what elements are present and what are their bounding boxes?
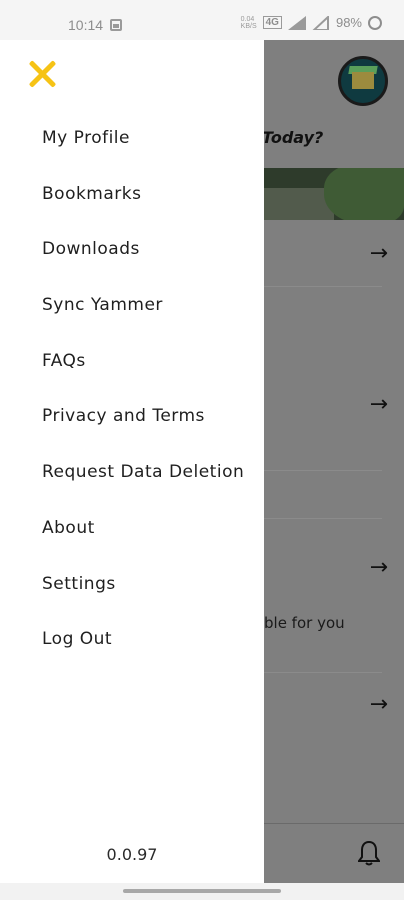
banner-image	[264, 168, 404, 220]
bell-icon[interactable]	[358, 840, 380, 866]
menu-item-bookmarks[interactable]: Bookmarks	[42, 181, 244, 237]
app-heading: Today?	[264, 128, 324, 147]
menu-item-sync-yammer[interactable]: Sync Yammer	[42, 292, 244, 348]
app-version: 0.0.97	[106, 845, 158, 864]
divider	[264, 286, 382, 287]
image-icon	[110, 19, 122, 31]
avatar[interactable]	[338, 56, 388, 106]
menu-item-request-data-deletion[interactable]: Request Data Deletion	[42, 459, 244, 515]
navigation-drawer: My Profile Bookmarks Downloads Sync Yamm…	[0, 40, 264, 883]
divider	[264, 470, 382, 471]
arrow-right-icon[interactable]: →	[370, 392, 388, 417]
menu-item-about[interactable]: About	[42, 515, 244, 571]
net-speed: 0.04 KB/S	[240, 15, 257, 30]
divider	[264, 672, 382, 673]
box-shape	[352, 72, 374, 89]
menu-item-my-profile[interactable]: My Profile	[42, 125, 244, 181]
menu-item-log-out[interactable]: Log Out	[42, 626, 244, 682]
arrow-right-icon[interactable]: →	[370, 241, 388, 266]
close-icon[interactable]	[26, 58, 58, 90]
battery-percent: 98%	[335, 15, 362, 30]
arrow-right-icon[interactable]: →	[370, 692, 388, 717]
network-type-badge: 4G	[262, 16, 282, 29]
status-right-group: 0.04 KB/S 4G 98%	[241, 15, 382, 30]
home-indicator[interactable]	[123, 889, 281, 893]
menu-item-downloads[interactable]: Downloads	[42, 236, 244, 292]
arrow-right-icon[interactable]: →	[370, 555, 388, 580]
signal-icon-2	[312, 15, 329, 30]
menu-item-settings[interactable]: Settings	[42, 571, 244, 627]
divider	[264, 518, 382, 519]
system-nav-bar	[0, 883, 404, 900]
drawer-menu: My Profile Bookmarks Downloads Sync Yamm…	[42, 125, 244, 682]
signal-icon	[287, 15, 306, 30]
background-app[interactable]: Today? → → → ble for you →	[264, 40, 404, 883]
bottom-nav-divider	[264, 823, 404, 824]
battery-icon	[368, 15, 382, 30]
status-time: 10:14	[68, 17, 104, 33]
card-text: ble for you	[264, 614, 345, 632]
menu-item-privacy-terms[interactable]: Privacy and Terms	[42, 403, 244, 459]
banner-foliage	[324, 168, 404, 220]
menu-item-faqs[interactable]: FAQs	[42, 348, 244, 404]
